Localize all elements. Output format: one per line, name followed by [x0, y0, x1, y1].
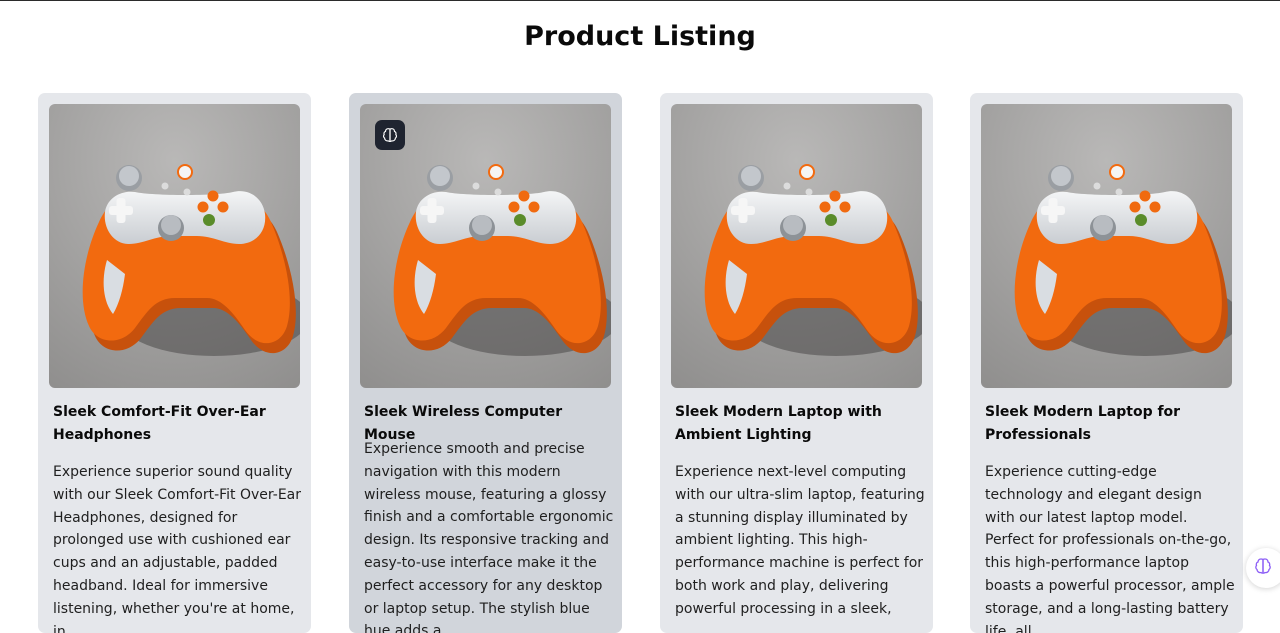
product-card[interactable]: Sleek Comfort-Fit Over-Ear Headphones Ex…: [38, 93, 311, 633]
product-image[interactable]: [360, 104, 611, 388]
product-description: Experience next-level computing with our…: [675, 464, 925, 617]
product-image[interactable]: [981, 104, 1232, 388]
product-image[interactable]: [49, 104, 300, 388]
product-description: Experience smooth and precise navigation…: [364, 441, 614, 633]
product-title[interactable]: Sleek Comfort-Fit Over-Ear Headphones: [53, 401, 301, 447]
product-description: Experience superior sound quality with o…: [53, 464, 302, 633]
brain-icon: [1253, 556, 1273, 581]
product-title[interactable]: Sleek Modern Laptop with Ambient Lightin…: [675, 401, 923, 447]
brain-icon[interactable]: [375, 120, 405, 150]
product-image[interactable]: [671, 104, 922, 388]
product-card[interactable]: Sleek Modern Laptop for Professionals Ex…: [970, 93, 1243, 633]
product-card[interactable]: Sleek Wireless Computer Mouse Experience…: [349, 93, 622, 633]
product-title[interactable]: Sleek Modern Laptop for Professionals: [985, 401, 1233, 447]
product-card[interactable]: Sleek Modern Laptop with Ambient Lightin…: [660, 93, 933, 633]
page-title: Product Listing: [524, 21, 756, 52]
product-description: Experience cutting-edge technology and e…: [985, 464, 1235, 633]
assistant-button[interactable]: [1246, 548, 1280, 588]
